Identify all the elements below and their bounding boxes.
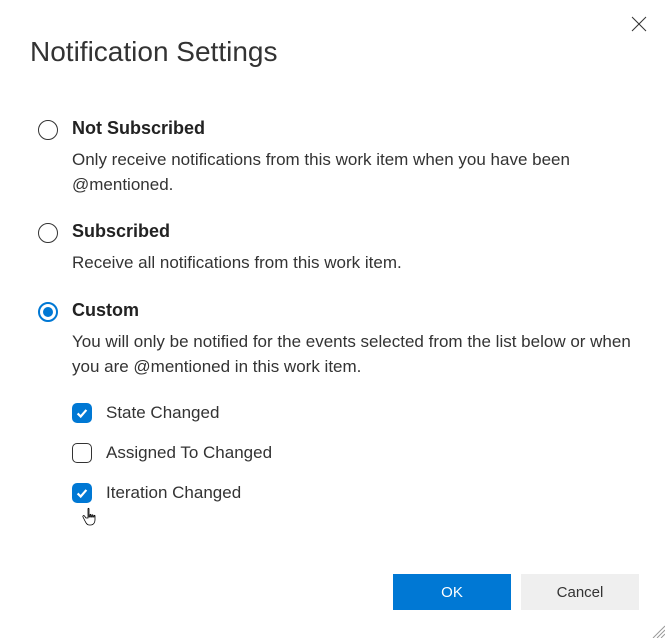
- dialog-footer: OK Cancel: [393, 574, 639, 610]
- cursor-pointer-icon: [81, 506, 101, 530]
- radio-option-subscribed[interactable]: Subscribed: [38, 221, 637, 243]
- custom-checkbox-list: State Changed Assigned To Changed Iterat…: [72, 403, 637, 503]
- radio-input-not-subscribed[interactable]: [38, 120, 58, 140]
- dialog-content: Not Subscribed Only receive notification…: [0, 68, 669, 503]
- radio-input-subscribed[interactable]: [38, 223, 58, 243]
- radio-desc-not-subscribed: Only receive notifications from this wor…: [72, 148, 637, 197]
- close-icon: [631, 16, 647, 32]
- checkbox-input-assigned-to-changed[interactable]: [72, 443, 92, 463]
- radio-label-subscribed[interactable]: Subscribed: [72, 221, 170, 242]
- radio-desc-custom: You will only be notified for the events…: [72, 330, 637, 379]
- radio-option-not-subscribed[interactable]: Not Subscribed: [38, 118, 637, 140]
- radio-label-not-subscribed[interactable]: Not Subscribed: [72, 118, 205, 139]
- radio-input-custom[interactable]: [38, 302, 58, 322]
- checkbox-input-state-changed[interactable]: [72, 403, 92, 423]
- checkbox-input-iteration-changed[interactable]: [72, 483, 92, 503]
- check-icon: [75, 486, 89, 500]
- radio-label-custom[interactable]: Custom: [72, 300, 139, 321]
- radio-option-custom[interactable]: Custom: [38, 300, 637, 322]
- close-button[interactable]: [627, 12, 651, 36]
- ok-button[interactable]: OK: [393, 574, 511, 610]
- radio-desc-subscribed: Receive all notifications from this work…: [72, 251, 637, 276]
- check-icon: [75, 406, 89, 420]
- resize-grip-icon[interactable]: [651, 624, 665, 638]
- checkbox-item-state-changed[interactable]: State Changed: [72, 403, 637, 423]
- checkbox-item-iteration-changed[interactable]: Iteration Changed: [72, 483, 637, 503]
- cancel-button[interactable]: Cancel: [521, 574, 639, 610]
- checkbox-item-assigned-to-changed[interactable]: Assigned To Changed: [72, 443, 637, 463]
- checkbox-label-assigned-to-changed[interactable]: Assigned To Changed: [106, 443, 272, 463]
- checkbox-label-iteration-changed[interactable]: Iteration Changed: [106, 483, 241, 503]
- checkbox-label-state-changed[interactable]: State Changed: [106, 403, 219, 423]
- dialog-title: Notification Settings: [0, 0, 669, 68]
